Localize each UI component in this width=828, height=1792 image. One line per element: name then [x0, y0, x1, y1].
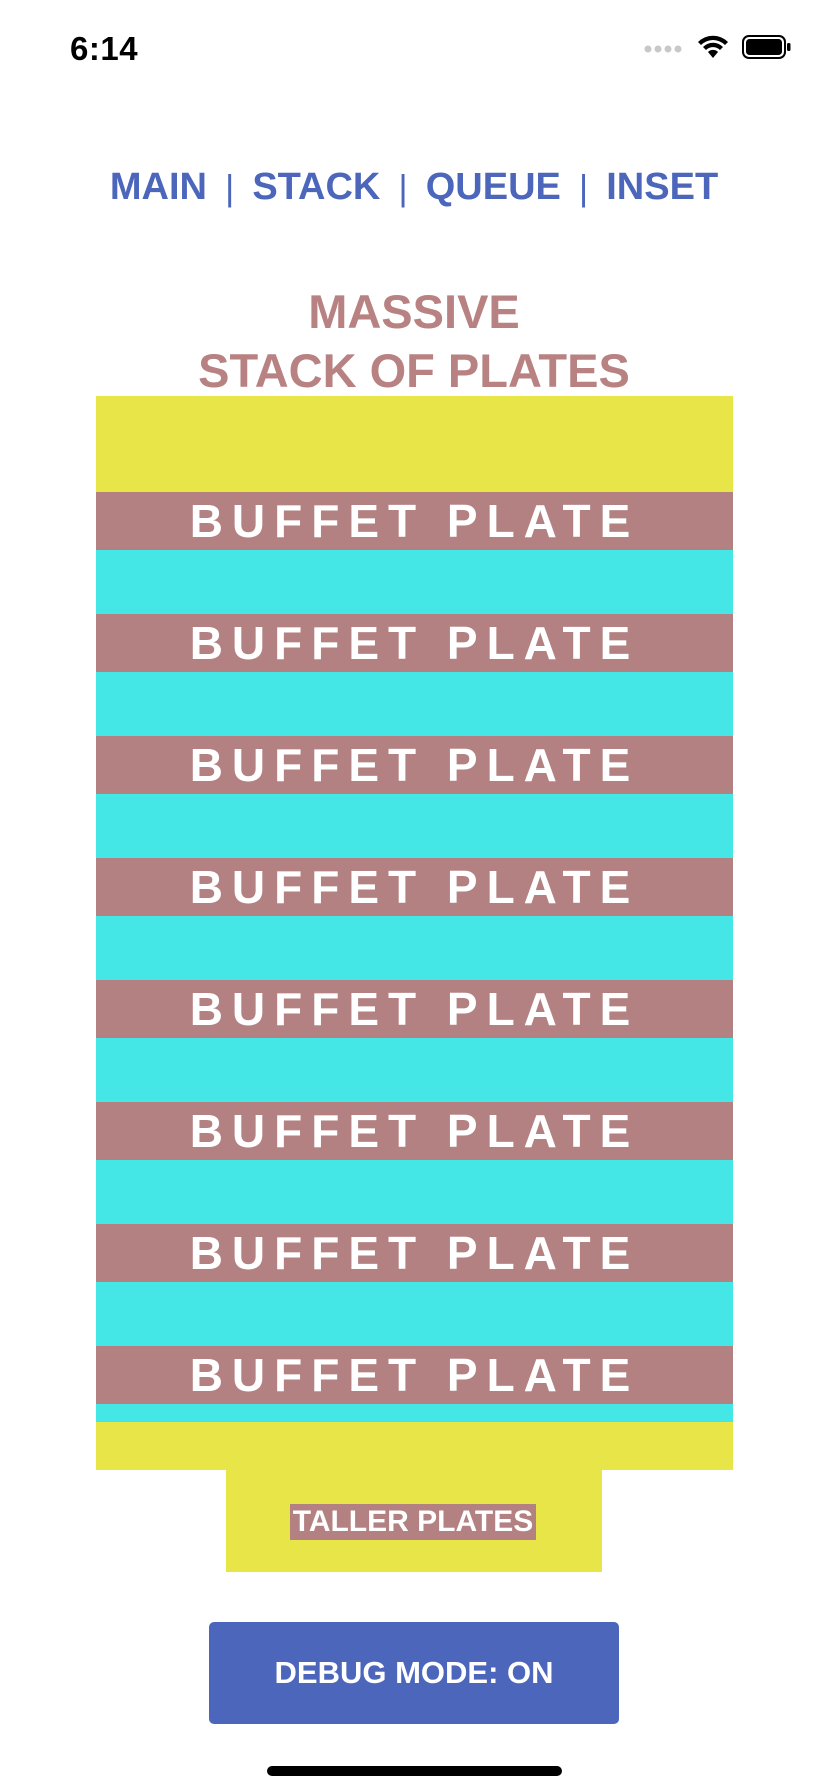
- buffet-plate: BUFFET PLATE: [96, 1224, 733, 1282]
- stack-base: TALLER PLATES: [226, 1470, 602, 1572]
- buffet-plate: BUFFET PLATE: [96, 736, 733, 794]
- nav-separator: |: [224, 166, 235, 208]
- status-time: 6:14: [70, 30, 139, 67]
- page-title-line-2: STACK OF PLATES: [198, 344, 630, 397]
- nav-separator: |: [578, 166, 589, 208]
- taller-plates-button[interactable]: TALLER PLATES: [290, 1504, 536, 1540]
- buffet-plate: BUFFET PLATE: [96, 1102, 733, 1160]
- buffet-plate: BUFFET PLATE: [96, 614, 733, 672]
- nav-link-inset[interactable]: INSET: [606, 166, 718, 209]
- buffet-plate: BUFFET PLATE: [96, 1346, 733, 1404]
- nav-link-main[interactable]: MAIN: [110, 166, 207, 209]
- nav-separator: |: [398, 166, 408, 208]
- status-icons: [644, 34, 792, 65]
- page-title: MASSIVE STACK OF PLATES: [0, 282, 828, 400]
- buffet-plate: BUFFET PLATE: [96, 858, 733, 916]
- debug-mode-button[interactable]: DEBUG MODE: ON: [209, 1622, 619, 1724]
- wifi-icon: [696, 34, 730, 65]
- battery-icon: [742, 34, 792, 65]
- page-title-line-1: MASSIVE: [308, 285, 520, 338]
- nav-link-queue[interactable]: QUEUE: [426, 166, 561, 209]
- buffet-plate: BUFFET PLATE: [96, 492, 733, 550]
- top-nav: MAIN | STACK | QUEUE | INSET: [0, 166, 828, 209]
- plate-stack[interactable]: BUFFET PLATE BUFFET PLATE BUFFET PLATE BUFF…: [96, 396, 733, 1470]
- status-bar: 6:14: [0, 0, 828, 100]
- home-indicator: [267, 1766, 562, 1776]
- signal-icon: [644, 40, 684, 59]
- nav-link-stack[interactable]: STACK: [252, 166, 380, 209]
- buffet-plate: BUFFET PLATE: [96, 980, 733, 1038]
